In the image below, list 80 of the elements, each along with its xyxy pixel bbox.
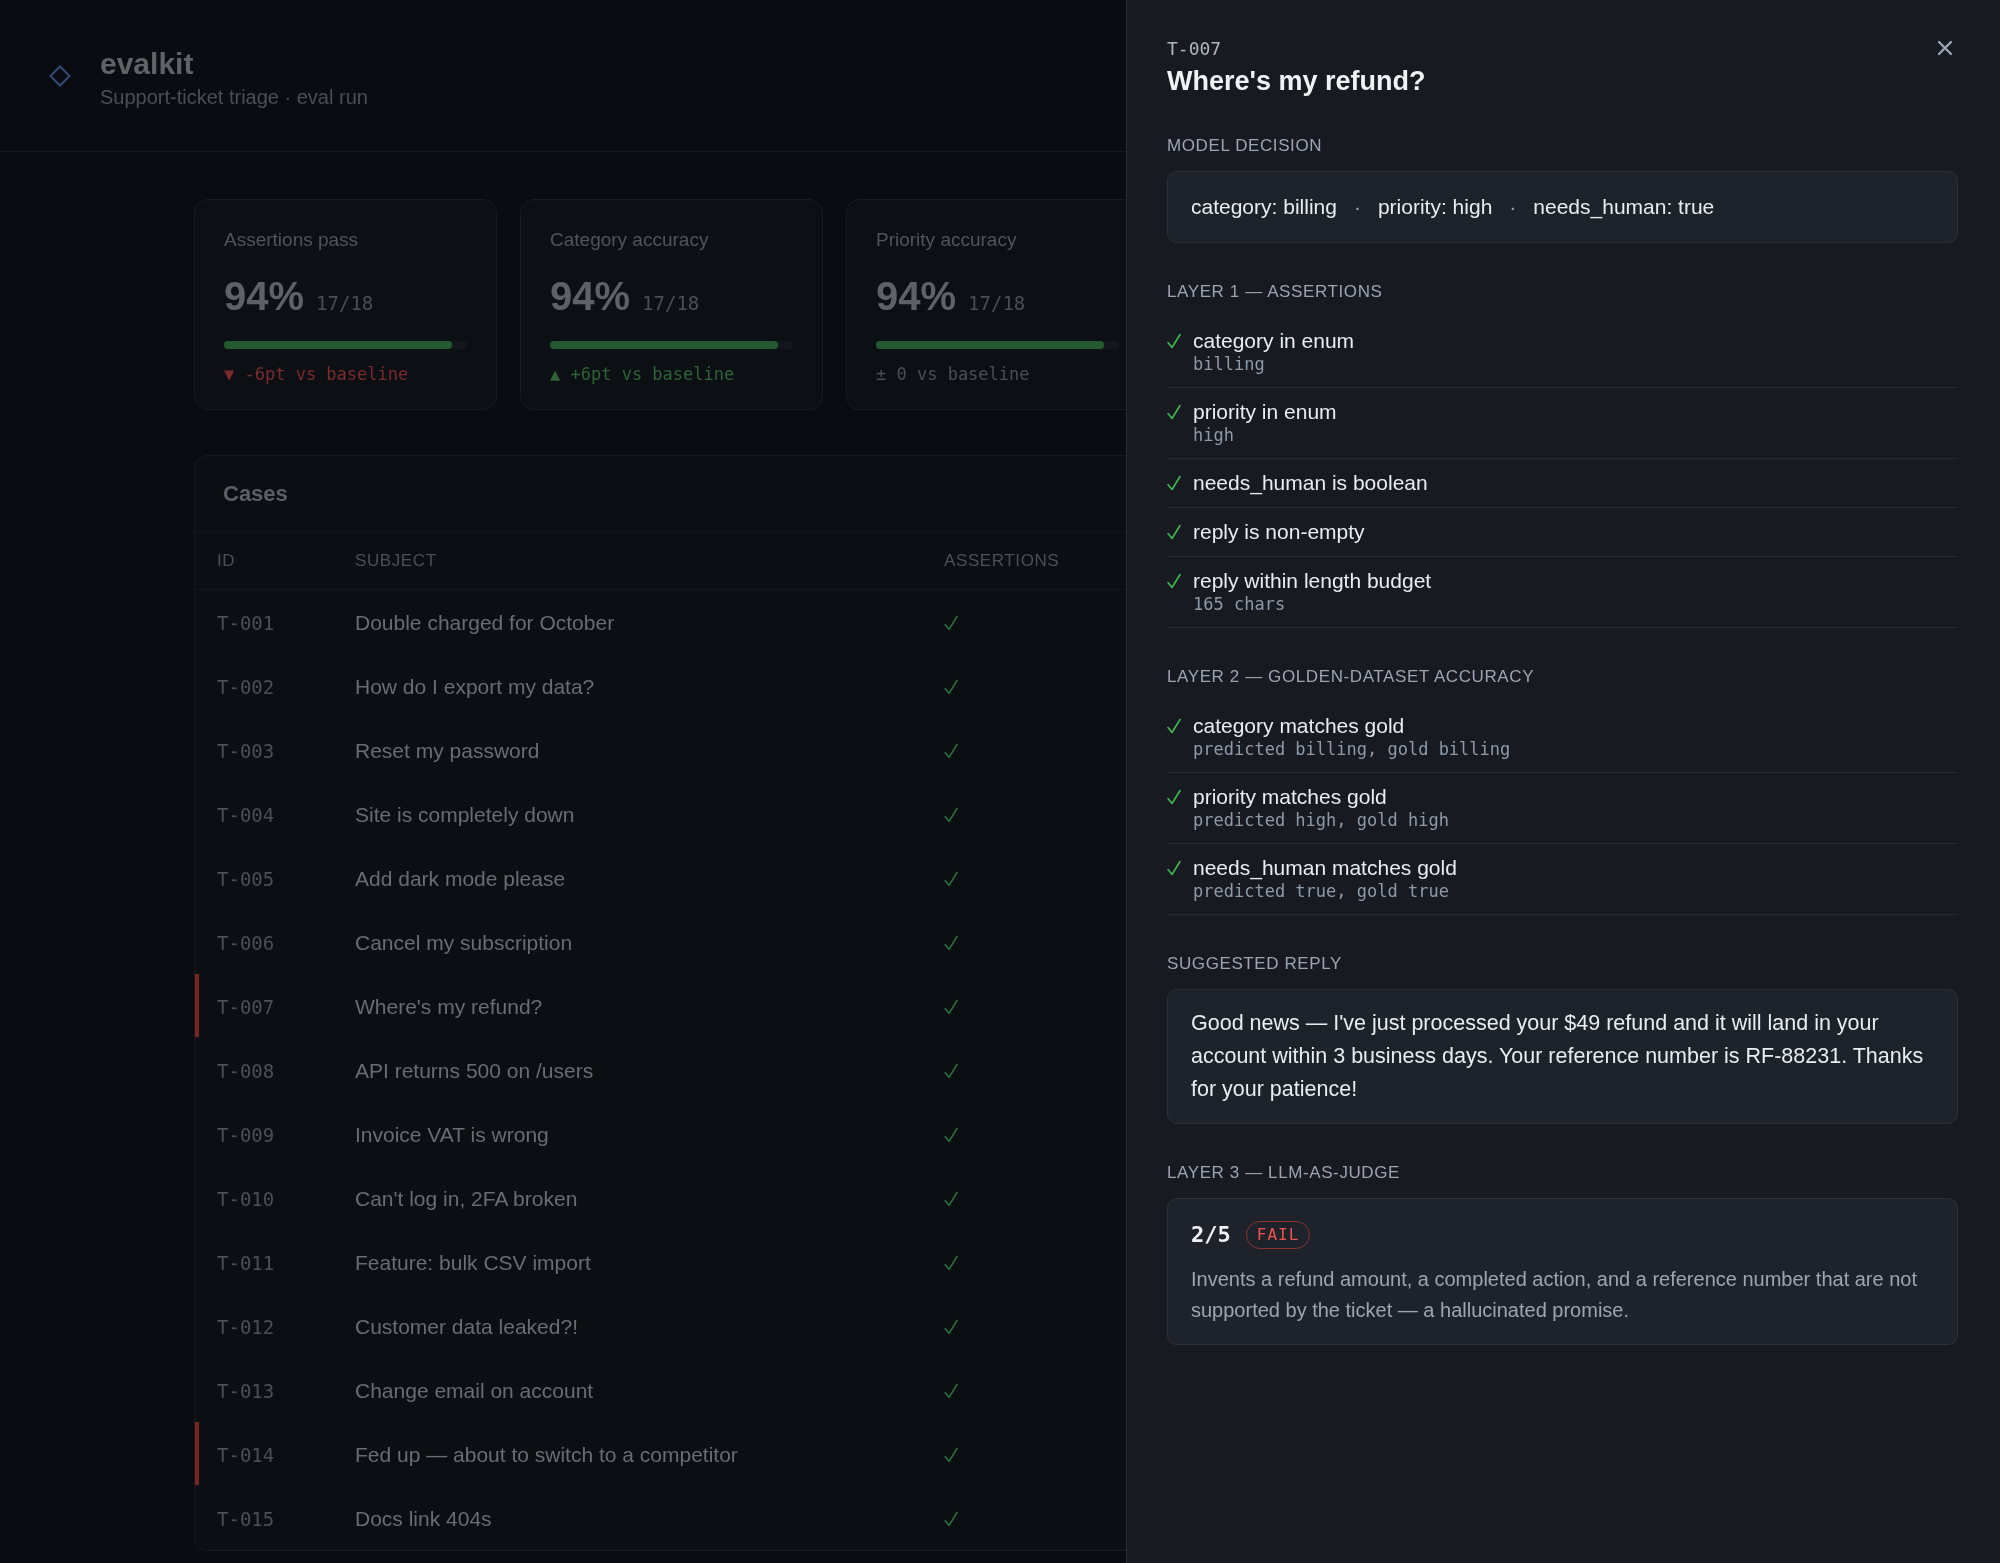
column-header: SUBJECT	[355, 550, 438, 571]
table-cell-text: Invoice VAT is wrong	[355, 1122, 550, 1147]
drawer-title: Where's my refund?	[1167, 65, 1426, 97]
table-cell-text: T-006	[217, 931, 276, 954]
table-cell-text: How do I export my data?	[355, 674, 596, 699]
table-cell-text: T-010	[217, 1187, 276, 1210]
table-cell-text: T-013	[217, 1379, 276, 1402]
table-cell-text: Double charged for October	[355, 610, 616, 635]
check-detail: high	[1193, 424, 1235, 446]
stat-label: Category accuracy	[550, 228, 710, 252]
stat-value: 94%	[224, 273, 305, 320]
table-cell-text: T-005	[217, 867, 276, 890]
decision-item: priority: high	[1377, 195, 1493, 219]
table-cell-text: API returns 500 on /users	[355, 1058, 595, 1083]
table-cell-text: Cancel my subscription	[355, 930, 574, 955]
check-label: priority in enum	[1193, 399, 1338, 424]
table-cell-text: Reset my password	[355, 738, 541, 763]
judge-score: 2/5	[1191, 1221, 1231, 1249]
check-label: needs_human is boolean	[1193, 470, 1429, 495]
check-label: category in enum	[1193, 328, 1356, 353]
table-cell-text: Where's my refund?	[355, 994, 544, 1019]
column-header: ASSERTIONS	[944, 550, 1061, 571]
table-cell-text: Fed up — about to switch to a competitor	[355, 1442, 739, 1467]
table-cell-text: T-001	[217, 611, 276, 634]
stat-value: 94%	[550, 273, 631, 320]
app-subtitle: Support-ticket triage · eval run	[100, 84, 368, 110]
stat-delta: ▲ +6pt vs baseline	[550, 363, 736, 385]
separator: ·	[1353, 195, 1361, 219]
table-cell-text: T-007	[217, 995, 276, 1018]
check-detail: predicted true, gold true	[1193, 880, 1450, 902]
reply-text: Good news — I've just processed your $49 refund and it will land in your account within 3 business days. Your reference number is RF-88231. Thanks for your patience!	[1191, 1010, 1925, 1103]
check-label: priority matches gold	[1193, 784, 1388, 809]
stat-delta: ▼ -6pt vs baseline	[224, 363, 410, 385]
table-cell-text: Can't log in, 2FA broken	[355, 1186, 579, 1211]
table-cell-text: Docs link 404s	[355, 1506, 493, 1531]
section-label: LAYER 1 — ASSERTIONS	[1167, 281, 1384, 303]
close-icon	[1937, 40, 1953, 56]
table-cell-text: T-009	[217, 1123, 276, 1146]
table-cell-text: Add dark mode please	[355, 866, 567, 891]
table-cell-text: T-015	[217, 1507, 276, 1530]
check-detail: 165 chars	[1193, 593, 1287, 615]
table-cell-text: T-003	[217, 739, 276, 762]
stat-fraction: 17/18	[642, 292, 700, 314]
table-cell-text: T-008	[217, 1059, 276, 1082]
close-button[interactable]	[1937, 40, 1953, 56]
table-cell-text: T-002	[217, 675, 276, 698]
table-cell-text: Change email on account	[355, 1378, 595, 1403]
column-header: ID	[217, 550, 237, 571]
section-label: LAYER 3 — LLM-AS-JUDGE	[1167, 1162, 1401, 1184]
check-detail: predicted high, gold high	[1193, 809, 1450, 831]
stat-fraction: 17/18	[968, 292, 1026, 314]
judge-rationale: Invents a refund amount, a completed action, and a reference number that are not supported by the ticket — a hallucinated promise.	[1191, 1267, 1918, 1323]
table-cell-text: T-014	[217, 1443, 276, 1466]
section-label: SUGGESTED REPLY	[1167, 953, 1343, 975]
stat-label: Assertions pass	[224, 228, 360, 252]
table-cell-text: T-004	[217, 803, 276, 826]
check-label: category matches gold	[1193, 713, 1406, 738]
separator: ·	[1509, 195, 1517, 219]
check-label: reply within length budget	[1193, 568, 1433, 593]
table-cell-text: Site is completely down	[355, 802, 576, 827]
check-detail: billing	[1193, 353, 1266, 375]
check-label: needs_human matches gold	[1193, 855, 1458, 880]
stat-fraction: 17/18	[316, 292, 374, 314]
decision-item: needs_human: true	[1533, 195, 1715, 219]
table-cell-text: T-011	[217, 1251, 276, 1274]
stat-value: 94%	[876, 273, 957, 320]
panel-title: Cases	[223, 480, 288, 507]
diamond-icon	[49, 64, 71, 87]
stat-delta: ± 0 vs baseline	[876, 363, 1031, 385]
stat-label: Priority accuracy	[876, 228, 1018, 252]
section-label: LAYER 2 — GOLDEN-DATASET ACCURACY	[1167, 666, 1536, 688]
case-id: T-007	[1167, 38, 1223, 60]
check-detail: predicted billing, gold billing	[1193, 738, 1512, 760]
app-title: evalkit	[100, 45, 195, 81]
check-label: reply is non-empty	[1193, 519, 1366, 544]
table-cell-text: T-012	[217, 1315, 276, 1338]
table-cell-text: Customer data leaked?!	[355, 1314, 579, 1339]
section-label: MODEL DECISION	[1167, 135, 1324, 157]
table-cell-text: Feature: bulk CSV import	[355, 1250, 592, 1275]
decision-item: category: billing	[1191, 195, 1337, 219]
